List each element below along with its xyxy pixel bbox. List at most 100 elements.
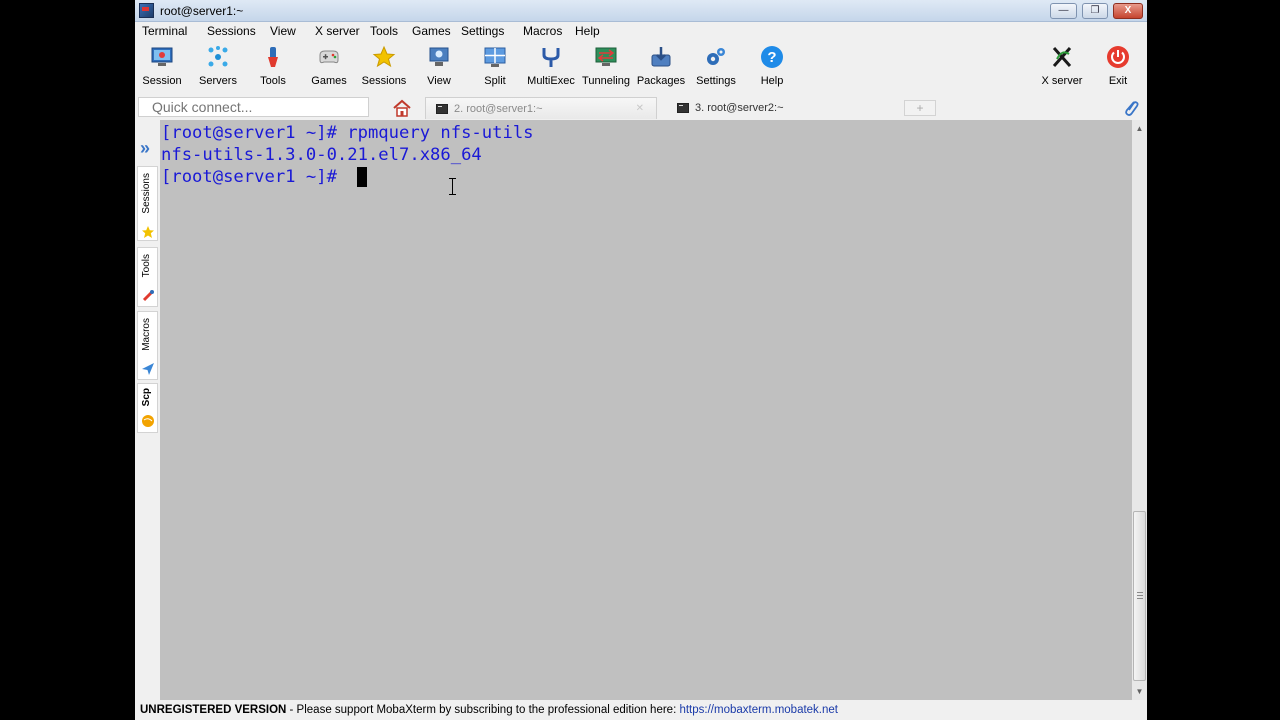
servers-label: Servers (199, 75, 237, 87)
menu-x-server[interactable]: X server (315, 24, 360, 38)
terminal-line: [root@server1 ~]# (161, 167, 348, 187)
terminal-line: [root@server1 ~]# rpmquery nfs-utils (161, 123, 534, 143)
tab-server1[interactable]: 2. root@server1:~ ✕ (425, 97, 657, 119)
servers-button[interactable]: Servers (188, 41, 248, 96)
split-icon (484, 47, 506, 67)
exit-button[interactable]: Exit (1088, 41, 1147, 96)
terminal-scrollbar[interactable]: ▲ ▼ (1132, 120, 1147, 700)
star-icon (142, 226, 154, 238)
sidebar-tools-label: Tools (141, 254, 152, 278)
scroll-thumb[interactable] (1133, 511, 1146, 681)
split-label: Split (484, 75, 506, 87)
tools-icon (268, 47, 278, 67)
scroll-up-arrow-icon[interactable]: ▲ (1132, 120, 1147, 137)
view-button[interactable]: View (409, 41, 469, 96)
tunneling-button[interactable]: Tunneling (576, 41, 636, 96)
menu-games[interactable]: Games (412, 24, 451, 38)
toolbar: Session Servers Tools Games Sessions Vie… (135, 41, 1147, 96)
star-icon (372, 45, 396, 68)
tab-server2[interactable]: 3. root@server2:~ (667, 97, 899, 119)
mobatek-link[interactable]: https://mobaxterm.mobatek.net (679, 704, 838, 716)
home-icon[interactable] (391, 99, 413, 117)
window-title: root@server1:~ (160, 4, 244, 18)
servers-icon (208, 46, 228, 67)
menu-tools[interactable]: Tools (370, 24, 398, 38)
paperclip-icon[interactable] (1122, 99, 1140, 117)
close-tab-icon[interactable]: ✕ (636, 98, 644, 120)
view-label: View (427, 75, 451, 87)
sidebar-tab-scp[interactable]: Scp (137, 383, 158, 433)
terminal-area[interactable]: [root@server1 ~]# rpmquery nfs-utils nfs… (160, 120, 1132, 700)
x-server-icon (1052, 47, 1072, 67)
sidebar-macros-label: Macros (141, 318, 152, 351)
tools-label: Tools (260, 75, 286, 87)
x-server-button[interactable]: X server (1032, 41, 1092, 96)
gamepad-icon (319, 50, 339, 64)
tab-label: 3. root@server2:~ (695, 102, 784, 114)
terminal-icon (436, 104, 448, 114)
menu-macros[interactable]: Macros (523, 24, 562, 38)
tunneling-label: Tunneling (582, 75, 630, 87)
unregistered-label: UNREGISTERED VERSION (140, 704, 287, 716)
minimize-button[interactable]: — (1050, 3, 1077, 19)
multiexec-button[interactable]: MultiExec (521, 41, 581, 96)
close-button[interactable]: X (1113, 3, 1143, 19)
help-icon: ? (761, 46, 783, 68)
title-bar: root@server1:~ — ❐ X (135, 0, 1147, 22)
maximize-button[interactable]: ❐ (1082, 3, 1108, 19)
sidebar-scp-label: Scp (141, 388, 152, 407)
menu-view[interactable]: View (270, 24, 296, 38)
new-tab-button[interactable]: + (904, 100, 936, 116)
scp-globe-icon (142, 415, 154, 427)
tools-button[interactable]: Tools (243, 41, 303, 96)
support-message: - Please support MobaXterm by subscribin… (286, 704, 680, 716)
view-icon (429, 47, 449, 66)
menu-bar: Terminal Sessions View X server Tools Ga… (135, 22, 1147, 41)
terminal-icon (677, 103, 689, 113)
menu-settings[interactable]: Settings (461, 24, 504, 38)
mobaxterm-window: root@server1:~ — ❐ X Terminal Sessions V… (135, 0, 1147, 720)
sessions-label: Sessions (361, 75, 407, 87)
expand-sidebar-icon[interactable]: » (140, 138, 150, 159)
settings-label: Settings (696, 75, 736, 87)
tab-label: 2. root@server1:~ (454, 103, 543, 115)
exit-label: Exit (1108, 75, 1128, 87)
sidebar-tab-macros[interactable]: Macros (137, 311, 158, 380)
sidebar: » Sessions Tools Macros Scp (135, 120, 160, 700)
split-button[interactable]: Split (465, 41, 525, 96)
x-server-label: X server (1041, 75, 1083, 87)
sessions-button[interactable]: Sessions (354, 41, 414, 96)
tunneling-icon (595, 47, 617, 66)
settings-button[interactable]: Settings (686, 41, 746, 96)
sidebar-tab-tools[interactable]: Tools (137, 247, 158, 307)
menu-help[interactable]: Help (575, 24, 600, 38)
tab-bar: 2. root@server1:~ ✕ 3. root@server2:~ + (135, 96, 1147, 120)
ibeam-pointer-icon (449, 178, 456, 195)
packages-label: Packages (636, 75, 686, 87)
session-label: Session (142, 75, 182, 87)
status-bar: UNREGISTERED VERSION - Please support Mo… (135, 700, 1147, 720)
svg-text:?: ? (767, 49, 776, 66)
scroll-down-arrow-icon[interactable]: ▼ (1132, 683, 1147, 700)
terminal-line: nfs-utils-1.3.0-0.21.el7.x86_64 (161, 145, 482, 165)
sidebar-sessions-label: Sessions (141, 173, 152, 214)
games-label: Games (311, 75, 347, 87)
session-button[interactable]: Session (135, 41, 192, 96)
packages-button[interactable]: Packages (631, 41, 691, 96)
quick-connect-input[interactable] (138, 97, 369, 117)
help-button[interactable]: ? Help (742, 41, 802, 96)
terminal-cursor (357, 167, 367, 187)
gear-icon (707, 48, 725, 65)
games-button[interactable]: Games (299, 41, 359, 96)
menu-terminal[interactable]: Terminal (142, 24, 187, 38)
sidebar-tab-sessions[interactable]: Sessions (137, 166, 158, 241)
app-icon (139, 3, 154, 18)
packages-icon (651, 47, 671, 67)
tools-icon (142, 290, 154, 302)
monitor-icon (151, 47, 173, 66)
help-label: Help (760, 75, 784, 87)
multiexec-icon (542, 48, 560, 67)
menu-sessions[interactable]: Sessions (207, 24, 256, 38)
send-icon (142, 363, 154, 375)
multiexec-label: MultiExec (527, 75, 575, 87)
